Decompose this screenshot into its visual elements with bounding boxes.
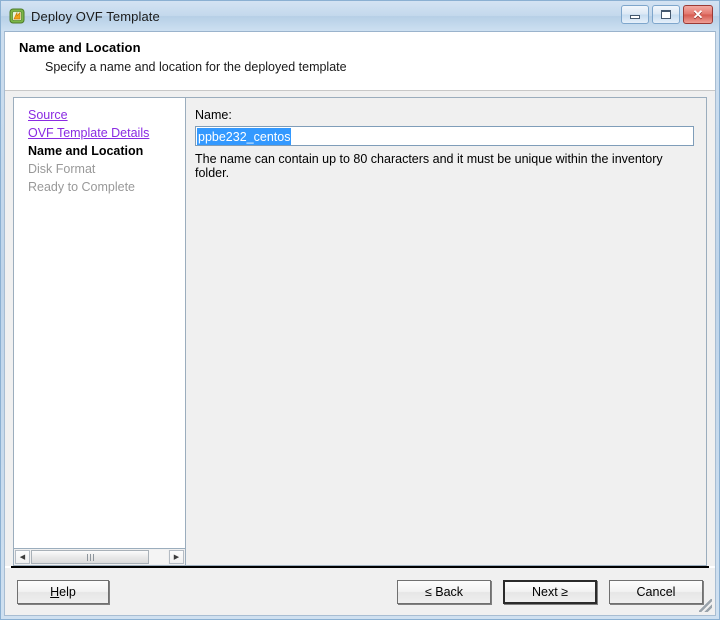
sidebar-item-source[interactable]: Source	[14, 106, 185, 124]
back-button[interactable]: ≤ Back	[397, 579, 491, 604]
sidebar-item-ovf-template-details[interactable]: OVF Template Details	[14, 124, 185, 142]
name-input[interactable]: ppbe232_centos	[195, 126, 694, 146]
scrollbar-thumb[interactable]	[31, 550, 149, 564]
sidebar-item-ready-to-complete: Ready to Complete	[28, 180, 136, 194]
title-bar[interactable]: Deploy OVF Template ✕	[1, 1, 719, 31]
maximize-icon	[661, 10, 671, 19]
resize-grip-icon[interactable]	[699, 599, 712, 612]
name-hint-text: The name can contain up to 80 characters…	[195, 152, 663, 180]
help-button-accel: H	[50, 584, 60, 599]
page-subtitle: Specify a name and location for the depl…	[45, 60, 347, 74]
wizard-footer: Help ≤ Back Next ≥ Cancel	[5, 568, 715, 615]
sidebar-item-name-and-location[interactable]: Name and Location	[14, 142, 185, 160]
maximize-button[interactable]	[652, 5, 680, 24]
scrollbar-track[interactable]	[31, 550, 168, 564]
page-title: Name and Location	[19, 40, 141, 55]
name-field-label: Name:	[195, 108, 232, 122]
help-button[interactable]: Help	[17, 579, 109, 604]
window-title: Deploy OVF Template	[31, 8, 160, 24]
sidebar-item-disk-format: Disk Format	[28, 162, 96, 176]
window-controls: ✕	[621, 5, 713, 24]
cancel-button-label: Cancel	[636, 584, 676, 599]
sidebar-horizontal-scrollbar[interactable]: ◀ ▶	[13, 549, 185, 566]
window-client-area: Name and Location Specify a name and loc…	[4, 31, 716, 616]
minimize-icon	[630, 15, 640, 19]
close-button[interactable]: ✕	[683, 5, 713, 24]
wizard-header: Name and Location Specify a name and loc…	[5, 32, 715, 90]
close-icon: ✕	[692, 7, 704, 22]
footer-navigation-buttons: ≤ Back Next ≥ Cancel	[397, 579, 703, 604]
wizard-steps-list: Source OVF Template Details Name and Loc…	[13, 97, 185, 549]
ovf-template-icon	[9, 8, 25, 24]
wizard-body: Source OVF Template Details Name and Loc…	[5, 91, 715, 566]
next-button-label: Next ≥	[531, 584, 569, 599]
next-button[interactable]: Next ≥	[503, 579, 597, 604]
cancel-button[interactable]: Cancel	[609, 579, 703, 604]
deploy-ovf-template-window: Deploy OVF Template ✕ Name and Location …	[0, 0, 720, 620]
help-button-label: elp	[59, 584, 76, 599]
scrollbar-grip-icon	[86, 553, 94, 561]
name-and-location-panel: Name: ppbe232_centos The name can contai…	[185, 97, 707, 566]
name-input-value[interactable]: ppbe232_centos	[197, 128, 292, 145]
wizard-steps-panel: Source OVF Template Details Name and Loc…	[13, 97, 185, 566]
scroll-right-arrow-icon[interactable]: ▶	[169, 550, 184, 564]
back-button-label: ≤ Back	[424, 584, 464, 599]
scroll-left-arrow-icon[interactable]: ◀	[15, 550, 30, 564]
minimize-button[interactable]	[621, 5, 649, 24]
